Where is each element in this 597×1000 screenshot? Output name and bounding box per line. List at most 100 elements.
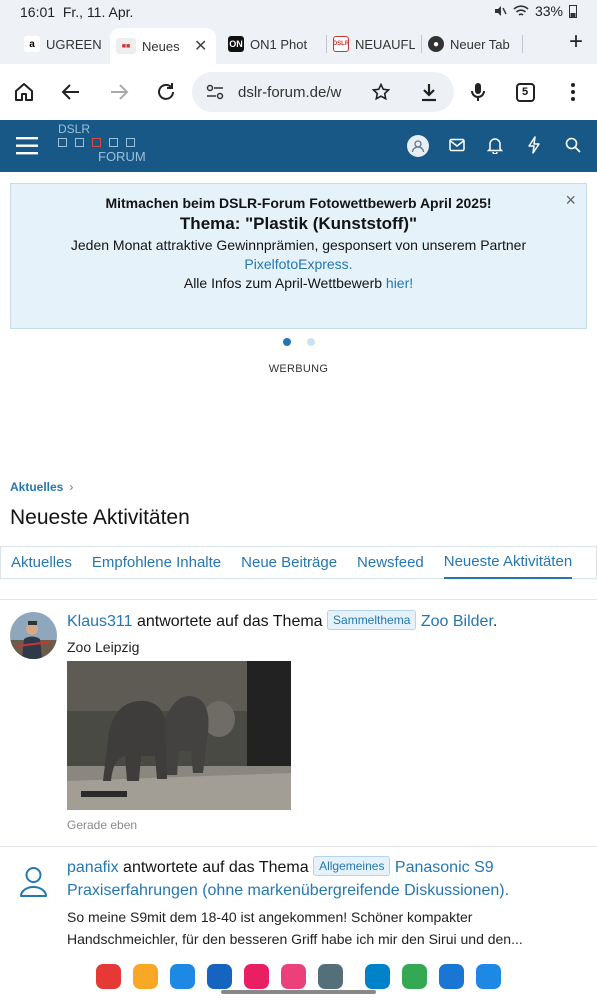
tab-switcher-button[interactable]: 5 (511, 78, 539, 106)
tab-separator (522, 35, 523, 53)
forum-logo[interactable]: DSLR FORUM (58, 122, 146, 164)
divider (0, 846, 597, 847)
new-tab-plus-icon[interactable]: + (569, 28, 583, 56)
avatar[interactable] (10, 858, 57, 905)
tab-neuaufl[interactable]: DSLR NEUAUFL (327, 28, 421, 60)
subnav-neue-beitraege[interactable]: Neue Beiträge (241, 546, 337, 579)
amazon-favicon-icon: a (24, 36, 40, 52)
bell-icon[interactable] (487, 136, 503, 154)
tab-neues[interactable]: ■■ Neues ✕ (110, 28, 216, 64)
battery-icon (569, 5, 577, 18)
notes-app-icon[interactable] (476, 963, 501, 989)
messages-app-icon[interactable] (207, 963, 232, 989)
carousel-dot-active[interactable] (282, 338, 291, 346)
partner-link[interactable]: PixelfotoExpress. (244, 256, 352, 272)
browser-toolbar: dslr-forum.de/w 5 (0, 64, 597, 120)
close-tab-icon[interactable]: ✕ (194, 36, 207, 56)
hamburger-menu-icon[interactable] (16, 136, 40, 156)
close-notice-icon[interactable]: × (565, 190, 576, 211)
forward-arrow-icon[interactable] (105, 78, 133, 106)
chevron-right-icon: › (69, 480, 74, 494)
play-store-app-icon[interactable] (402, 963, 427, 989)
activity-headline: Klaus311 antwortete auf das Thema Sammel… (67, 610, 587, 633)
reload-icon[interactable] (152, 78, 180, 106)
status-icons: 33% (493, 3, 577, 19)
home-icon[interactable] (10, 78, 38, 106)
notice-theme: Thema: "Plastik (Kunststoff)" (179, 214, 418, 233)
subnav-empfohlene-inhalte[interactable]: Empfohlene Inhalte (92, 546, 221, 579)
breadcrumb-item[interactable]: Aktuelles (10, 480, 63, 494)
forum-header: DSLR FORUM (0, 120, 597, 172)
divider (0, 599, 597, 600)
ad-label: WERBUNG (268, 363, 329, 375)
post-snippet: Zoo Leipzig (67, 639, 140, 655)
chrome-favicon-icon: ● (428, 36, 444, 52)
thread-link[interactable]: Zoo Bilder (421, 613, 493, 630)
elephant-photo-thumbnail[interactable] (67, 661, 291, 810)
activity-item: panafix antwortete auf das Thema Allgeme… (0, 856, 597, 952)
notice-headline: Mitmachen beim DSLR-Forum Fotowettbewerb… (105, 195, 492, 211)
dslr-favicon-icon: ■■ (116, 38, 136, 54)
browser-app-icon[interactable] (439, 963, 464, 989)
contest-info-link[interactable]: hier! (386, 275, 413, 291)
microphone-icon[interactable] (464, 78, 492, 106)
browser-tab-strip: a UGREEN ■■ Neues ✕ ON ON1 Phot DSLR NEU… (0, 24, 597, 64)
avatar[interactable] (10, 612, 57, 659)
search-icon[interactable] (565, 137, 581, 153)
mute-icon (494, 6, 507, 16)
status-bar: 16:01 Fr., 11. Apr. 33% (0, 0, 597, 24)
on1-favicon-icon: ON (228, 36, 244, 52)
logo-text-top: DSLR (58, 122, 91, 136)
sub-navigation: Aktuelles Empfohlene Inhalte Neue Beiträ… (0, 546, 597, 579)
tab-count: 5 (515, 82, 535, 102)
logo-text-bottom: FORUM (98, 149, 146, 164)
carousel-dot[interactable] (306, 338, 315, 346)
contest-notice: × Mitmachen beim DSLR-Forum Fotowettbewe… (10, 183, 587, 329)
home-gesture-bar[interactable] (221, 990, 376, 994)
bookmark-star-icon[interactable] (372, 83, 390, 101)
subnav-neueste-aktivitaeten[interactable]: Neueste Aktivitäten (443, 546, 573, 579)
dslr-forum-favicon-icon: DSLR (333, 36, 349, 52)
calendar-app-icon[interactable] (170, 963, 195, 989)
action-text: antwortete auf das Thema (118, 859, 314, 876)
post-snippet: So meine S9mit dem 18-40 ist angekommen!… (67, 909, 523, 947)
back-arrow-icon[interactable] (57, 78, 85, 106)
sentence-end: . (492, 613, 498, 630)
nextcloud-app-icon[interactable] (365, 963, 390, 989)
user-link[interactable]: panafix (67, 859, 119, 876)
download-icon[interactable] (420, 82, 438, 102)
battery-percent: 33% (534, 3, 563, 19)
thread-prefix-label[interactable]: Allgemeines (313, 856, 391, 876)
activity-item: Klaus311 antwortete auf das Thema Sammel… (0, 610, 597, 840)
subnav-aktuelles[interactable]: Aktuelles (11, 546, 72, 579)
user-link[interactable]: Klaus311 (67, 613, 133, 630)
url-text[interactable]: dslr-forum.de/w (238, 84, 350, 101)
wifi-icon (513, 5, 529, 16)
default-user-icon (20, 867, 47, 897)
more-menu-icon[interactable] (559, 78, 587, 106)
notice-info-text: Alle Infos zum April-Wettbewerb (183, 275, 386, 291)
tab-ugreen[interactable]: a UGREEN (18, 28, 110, 60)
page-title: Neueste Aktivitäten (10, 506, 190, 529)
notice-text: Jeden Monat attraktive Gewinnprämien, ge… (70, 237, 527, 253)
carousel-dots (0, 338, 597, 346)
thread-prefix-label[interactable]: Sammelthema (327, 610, 417, 630)
camera-app-icon[interactable] (244, 963, 269, 989)
tab-neuer-tab[interactable]: ● Neuer Tab (422, 28, 522, 60)
user-avatar[interactable] (407, 135, 429, 157)
address-bar[interactable]: dslr-forum.de/w (192, 72, 454, 112)
activity-headline: panafix antwortete auf das Thema Allgeme… (67, 856, 587, 902)
inbox-icon[interactable] (449, 138, 465, 152)
user-icon (411, 140, 425, 153)
gallery-app-icon[interactable] (281, 963, 306, 989)
files-app-icon[interactable] (133, 963, 158, 989)
site-settings-icon[interactable] (206, 84, 224, 100)
subnav-newsfeed[interactable]: Newsfeed (357, 546, 424, 579)
flipboard-app-icon[interactable] (96, 963, 121, 989)
activity-timestamp[interactable]: Gerade eben (67, 818, 137, 832)
tab-on1[interactable]: ON ON1 Phot (222, 28, 326, 60)
breadcrumb[interactable]: Aktuelles › (10, 480, 73, 494)
lightning-bolt-icon[interactable] (527, 136, 541, 154)
apps-grid-icon[interactable] (318, 963, 343, 989)
action-text: antwortete auf das Thema (132, 613, 328, 630)
